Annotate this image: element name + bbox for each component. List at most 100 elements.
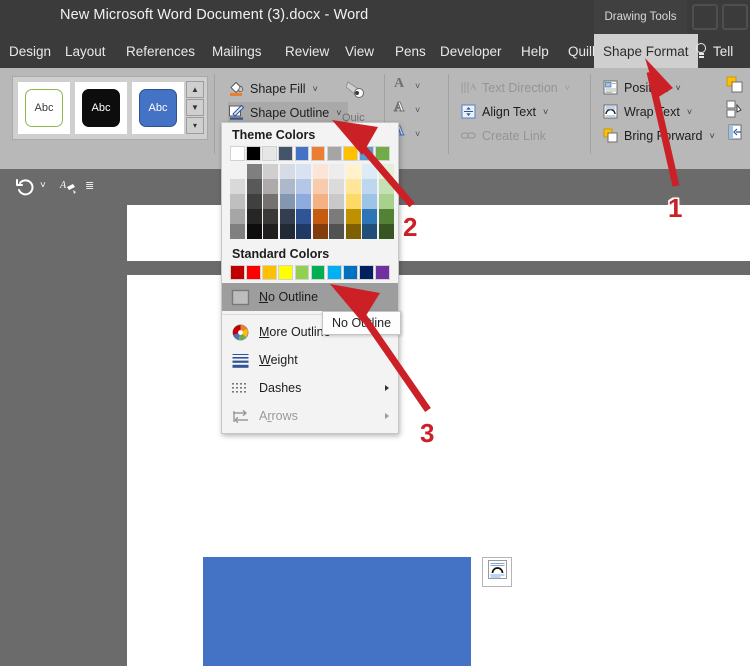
chevron-down-icon[interactable]: ˅ [687, 107, 692, 117]
theme-color-swatch[interactable] [343, 146, 358, 161]
theme-color-variant-swatch[interactable] [296, 179, 311, 194]
theme-color-variant-column[interactable] [296, 164, 311, 239]
blue-rectangle-shape[interactable] [203, 557, 471, 666]
shape-outline-button[interactable]: Shape Outline ˅ [228, 102, 348, 123]
theme-color-swatch[interactable] [262, 146, 277, 161]
menu-item-no-outline[interactable]: No Outline [222, 283, 398, 311]
chevron-down-icon[interactable]: ˅ [543, 107, 548, 117]
chevron-down-icon[interactable]: ˅ [415, 81, 420, 91]
create-link-button[interactable]: Create Link [460, 125, 546, 146]
theme-color-variant-swatch[interactable] [345, 194, 361, 209]
theme-color-variant-swatch[interactable] [296, 209, 311, 224]
gallery-scroll-buttons[interactable]: ▲ ▼ ▾ [186, 81, 204, 138]
align-text-button[interactable]: Align Text ˅ [460, 101, 548, 122]
theme-color-variant-swatch[interactable] [312, 224, 328, 239]
theme-color-variant-swatch[interactable] [279, 224, 295, 239]
shape-style-1[interactable]: Abc [18, 82, 70, 134]
theme-color-variant-swatch[interactable] [263, 164, 278, 179]
ribbon-tab-help[interactable]: Help [512, 34, 558, 68]
theme-color-swatch[interactable] [359, 146, 374, 161]
theme-color-variant-swatch[interactable] [329, 194, 344, 209]
theme-color-variant-swatch[interactable] [279, 194, 295, 209]
ribbon-tab-developer[interactable]: Developer [431, 34, 511, 68]
theme-color-variant-column[interactable] [279, 164, 295, 239]
ribbon-tab-layout[interactable]: Layout [56, 34, 115, 68]
shape-outline-dropdown-menu[interactable]: Theme Colors Standard Colors No Outline M… [221, 122, 399, 434]
theme-color-variant-swatch[interactable] [246, 224, 262, 239]
standard-color-swatch[interactable] [326, 265, 342, 280]
ribbon-tab-mailings[interactable]: Mailings [203, 34, 271, 68]
theme-color-variant-swatch[interactable] [345, 164, 361, 179]
standard-color-swatch[interactable] [278, 265, 294, 280]
theme-color-variant-swatch[interactable] [345, 209, 361, 224]
gallery-scroll-down-button[interactable]: ▼ [186, 99, 204, 116]
text-outline-icon[interactable]: A [394, 100, 405, 116]
theme-color-variant-column[interactable] [312, 164, 328, 239]
ribbon-tab-design[interactable]: Design [0, 34, 60, 68]
theme-color-variant-swatch[interactable] [362, 209, 377, 224]
menu-item-arrows[interactable]: Arrows [222, 402, 398, 430]
theme-color-variant-swatch[interactable] [345, 224, 361, 239]
theme-color-variant-swatch[interactable] [312, 164, 328, 179]
standard-colors-grid[interactable] [222, 265, 398, 283]
layout-options-button[interactable] [482, 557, 512, 587]
theme-color-swatch[interactable] [310, 146, 326, 161]
bring-forward-button[interactable]: Bring Forward ˅ [602, 125, 715, 146]
theme-color-variant-swatch[interactable] [230, 164, 245, 179]
chevron-down-icon[interactable]: ˅ [565, 83, 570, 93]
chevron-down-icon[interactable]: ˅ [336, 108, 341, 118]
ribbon-tab-pens[interactable]: Pens [386, 34, 435, 68]
theme-color-variant-swatch[interactable] [378, 179, 394, 194]
chevron-down-icon[interactable]: ˅ [710, 131, 715, 141]
chevron-down-icon[interactable]: ˅ [40, 180, 46, 191]
text-fill-icon[interactable]: A [394, 76, 404, 92]
customize-qat-icon[interactable]: ≣ [85, 179, 94, 192]
theme-color-variant-swatch[interactable] [246, 164, 262, 179]
theme-color-variant-column[interactable] [230, 164, 245, 239]
theme-color-variant-swatch[interactable] [230, 224, 245, 239]
align-objects-icon[interactable] [726, 124, 744, 147]
shape-fill-button[interactable]: Shape Fill ˅ [228, 78, 318, 99]
theme-color-variant-swatch[interactable] [263, 194, 278, 209]
theme-color-variant-swatch[interactable] [246, 209, 262, 224]
gallery-scroll-up-button[interactable]: ▲ [186, 81, 204, 98]
standard-color-swatch[interactable] [246, 265, 261, 280]
wordart-gallery-preview[interactable] [345, 78, 378, 108]
theme-color-variant-swatch[interactable] [362, 224, 377, 239]
chevron-down-icon[interactable]: ˅ [415, 105, 420, 115]
theme-color-variant-swatch[interactable] [263, 209, 278, 224]
theme-color-variant-column[interactable] [362, 164, 377, 239]
theme-color-variant-swatch[interactable] [362, 164, 377, 179]
tell-me-box[interactable]: Tell [694, 34, 733, 68]
theme-color-variant-swatch[interactable] [279, 164, 295, 179]
theme-color-variant-swatch[interactable] [329, 209, 344, 224]
theme-color-variant-swatch[interactable] [230, 179, 245, 194]
theme-color-variant-swatch[interactable] [378, 164, 394, 179]
theme-color-variant-swatch[interactable] [312, 194, 328, 209]
theme-color-swatch[interactable] [278, 146, 294, 161]
theme-color-variant-swatch[interactable] [246, 179, 262, 194]
send-backward-icon[interactable] [726, 76, 744, 99]
theme-color-variant-swatch[interactable] [279, 209, 295, 224]
shape-styles-gallery[interactable]: Abc Abc Abc ▲ ▼ ▾ [12, 76, 208, 140]
theme-color-variant-swatch[interactable] [345, 179, 361, 194]
theme-color-variant-column[interactable] [345, 164, 361, 239]
undo-icon[interactable] [14, 176, 36, 198]
theme-color-variant-swatch[interactable] [329, 179, 344, 194]
theme-color-variant-column[interactable] [263, 164, 278, 239]
ribbon-tab-references[interactable]: References [117, 34, 204, 68]
theme-color-variant-swatch[interactable] [329, 224, 344, 239]
theme-color-variant-swatch[interactable] [296, 194, 311, 209]
ribbon-tab-review[interactable]: Review [276, 34, 338, 68]
theme-color-variant-column[interactable] [329, 164, 344, 239]
ribbon-tab-view[interactable]: View [336, 34, 383, 68]
theme-color-variant-swatch[interactable] [378, 194, 394, 209]
standard-color-swatch[interactable] [294, 265, 310, 280]
menu-item-weight[interactable]: Weight [222, 346, 398, 374]
theme-color-swatch[interactable] [246, 146, 261, 161]
wrap-text-button[interactable]: Wrap Text ˅ [602, 101, 692, 122]
standard-color-swatch[interactable] [359, 265, 374, 280]
selection-pane-icon[interactable] [726, 100, 744, 123]
theme-color-swatch[interactable] [294, 146, 310, 161]
chevron-down-icon[interactable]: ˅ [675, 83, 680, 93]
